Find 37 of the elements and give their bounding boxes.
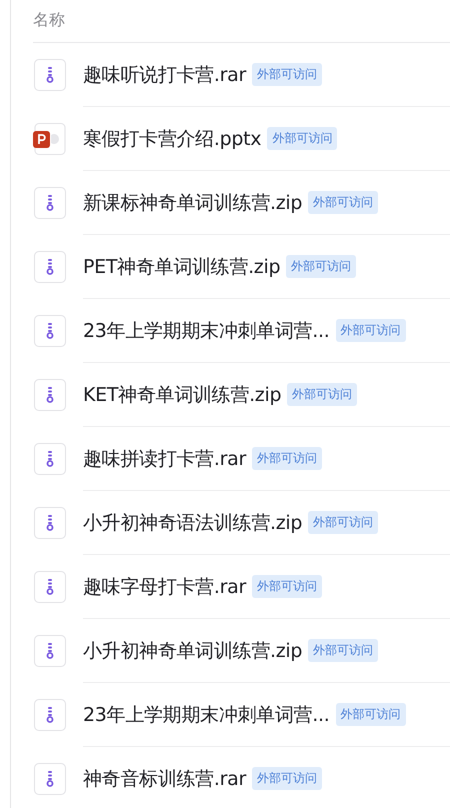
zip-file-icon	[34, 379, 66, 411]
file-name[interactable]: 趣味听说打卡营.rar	[83, 62, 246, 88]
file-name[interactable]: KET神奇单词训练营.zip	[83, 382, 282, 408]
presentation-file-icon	[33, 123, 67, 155]
zip-file-icon	[34, 315, 66, 347]
access-badge: 外部可访问	[267, 127, 338, 150]
zip-file-icon	[34, 571, 66, 603]
access-badge: 外部可访问	[308, 639, 378, 662]
zip-file-icon	[34, 251, 66, 283]
column-header: 名称	[33, 10, 65, 30]
zip-file-icon	[34, 635, 66, 667]
access-badge: 外部可访问	[308, 511, 378, 534]
file-name[interactable]: 新课标神奇单词训练营.zip	[83, 190, 302, 216]
access-badge: 外部可访问	[252, 447, 322, 470]
file-name[interactable]: PET神奇单词训练营.zip	[83, 254, 280, 280]
access-badge: 外部可访问	[252, 63, 322, 86]
zip-file-icon	[34, 187, 66, 219]
zip-file-icon	[34, 699, 66, 731]
zip-file-icon	[34, 763, 66, 795]
file-name[interactable]: 23年上学期期末冲刺单词营...	[83, 318, 330, 344]
access-badge: 外部可访问	[336, 703, 406, 726]
file-name[interactable]: 寒假打卡营介绍.pptx	[83, 126, 262, 152]
file-name[interactable]: 趣味字母打卡营.rar	[83, 574, 246, 600]
file-name[interactable]: 小升初神奇单词训练营.zip	[83, 638, 302, 664]
zip-file-icon	[34, 443, 66, 475]
zip-file-icon	[34, 507, 66, 539]
file-name[interactable]: 23年上学期期末冲刺单词营...	[83, 702, 330, 728]
access-badge: 外部可访问	[286, 255, 356, 278]
file-name[interactable]: 小升初神奇语法训练营.zip	[83, 510, 302, 536]
access-badge: 外部可访问	[252, 767, 322, 790]
file-name[interactable]: 神奇音标训练营.rar	[83, 766, 246, 792]
access-badge: 外部可访问	[287, 383, 358, 406]
file-name[interactable]: 趣味拼读打卡营.rar	[83, 446, 246, 472]
access-badge: 外部可访问	[308, 191, 378, 214]
zip-file-icon	[34, 59, 66, 91]
access-badge: 外部可访问	[252, 575, 322, 598]
access-badge: 外部可访问	[336, 319, 406, 342]
